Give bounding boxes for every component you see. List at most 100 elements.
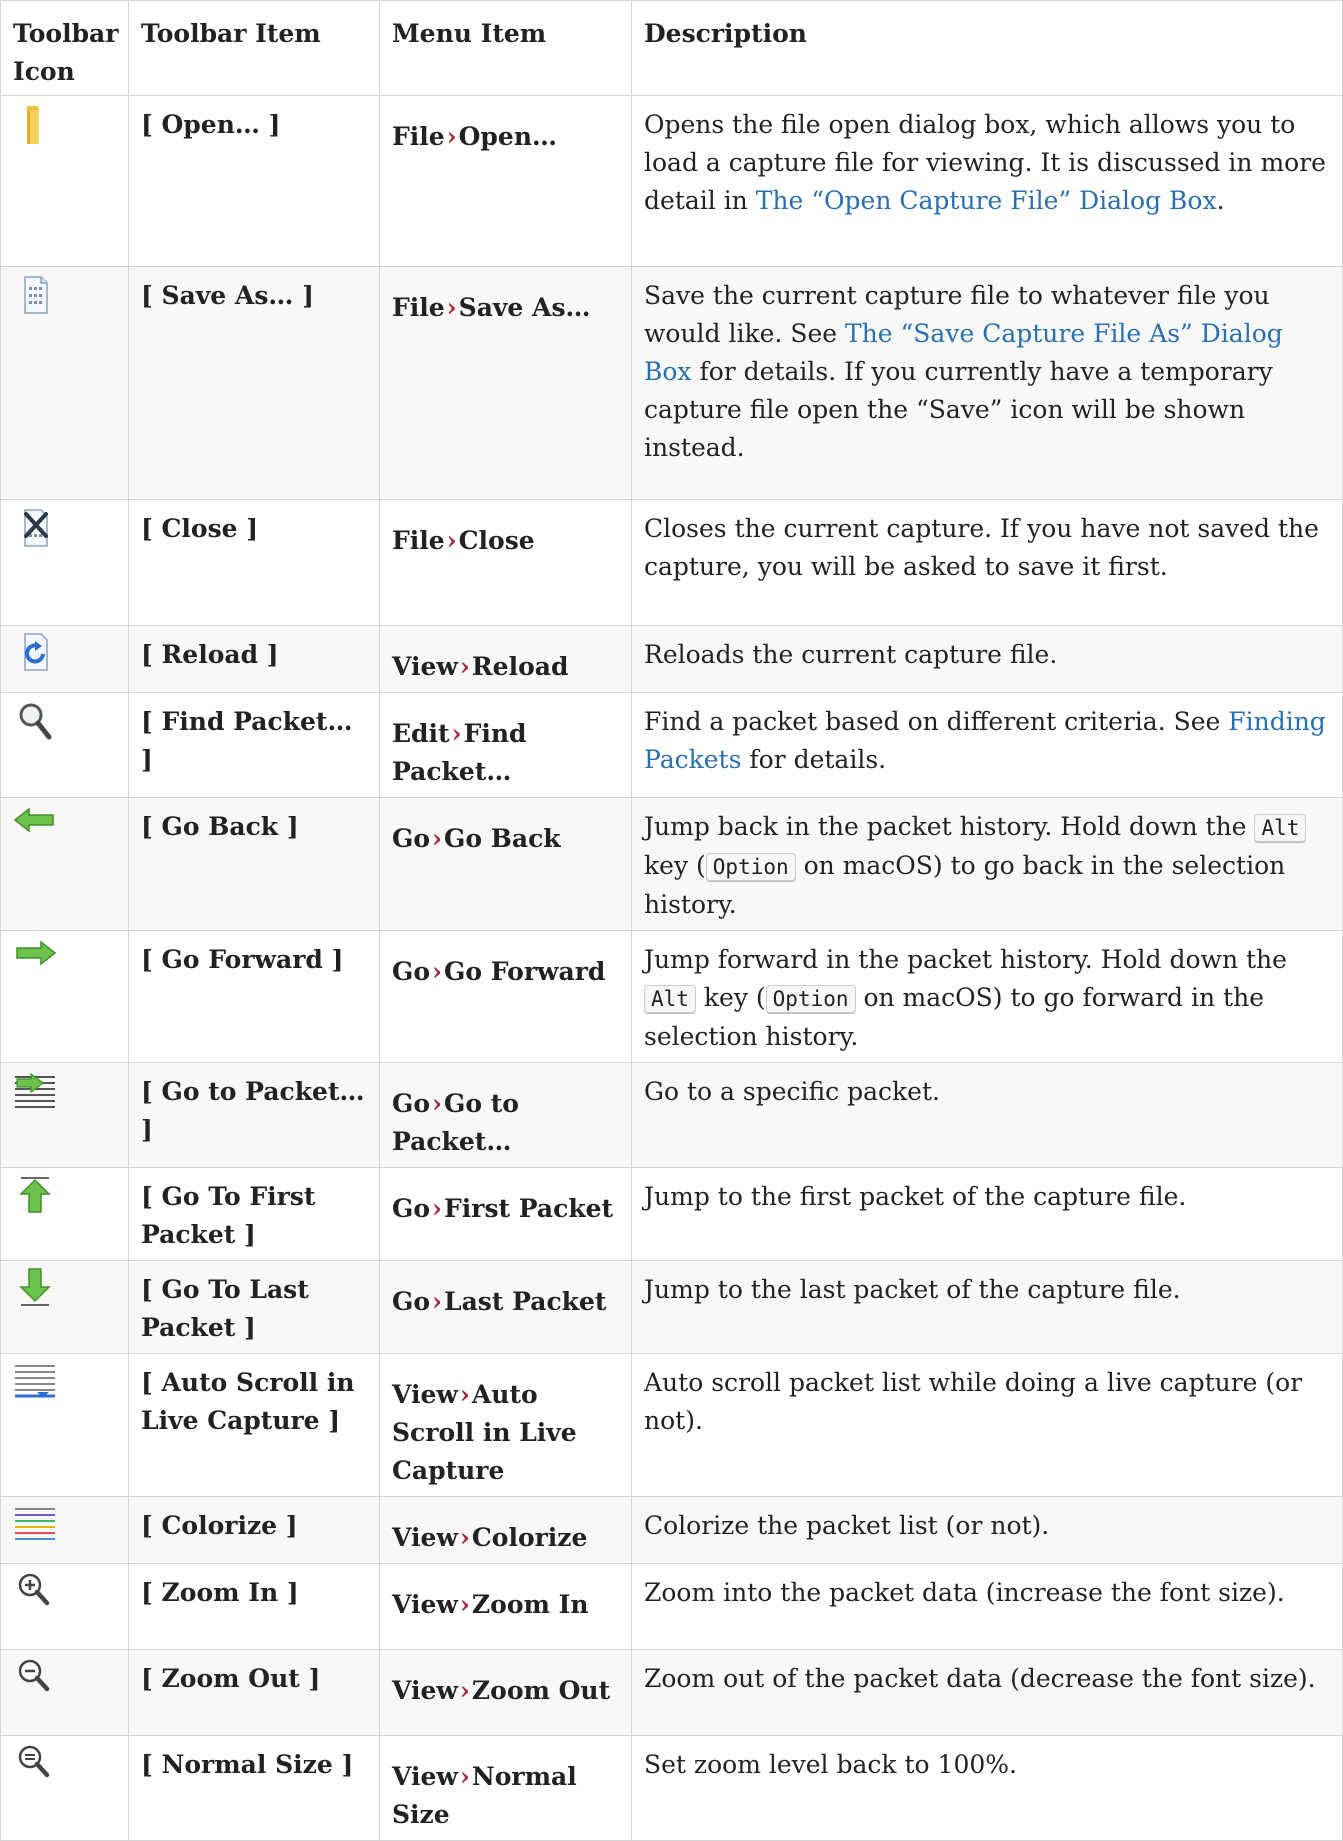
auto-scroll-icon xyxy=(15,1365,55,1398)
normal-size-icon xyxy=(18,1745,50,1778)
header-toolbar-item: Toolbar Item xyxy=(128,0,380,96)
toolbar-item: [ Reload ] xyxy=(128,625,380,693)
menu-item: View›Colorize xyxy=(379,1496,632,1564)
description: Jump back in the packet history. Hold do… xyxy=(631,797,1343,931)
icon-cell xyxy=(0,499,129,626)
go-back-icon xyxy=(13,807,54,833)
icon-cell xyxy=(0,1735,129,1841)
table-row: [ Auto Scroll in Live Capture ] View›Aut… xyxy=(0,1353,1343,1497)
menu-item: Go›Go to Packet… xyxy=(379,1062,632,1168)
toolbar-item: [ Find Packet… ] xyxy=(128,692,380,798)
find-icon xyxy=(19,703,52,740)
toolbar-item: [ Go To Last Packet ] xyxy=(128,1260,380,1354)
menu-item: Go›Go Back xyxy=(379,797,632,931)
option-key: Option xyxy=(705,853,796,881)
folder-icon xyxy=(27,106,39,144)
icon-cell xyxy=(0,1496,129,1564)
toolbar-item: [ Zoom Out ] xyxy=(128,1649,380,1736)
description: Closes the current capture. If you have … xyxy=(631,499,1343,626)
icon-cell xyxy=(0,1563,129,1650)
menu-item: View›Zoom Out xyxy=(379,1649,632,1736)
table-row: [ Open… ] File›Open… Opens the file open… xyxy=(0,95,1343,267)
colorize-icon xyxy=(15,1508,55,1540)
table-row: [ Go to Packet… ] Go›Go to Packet… Go to… xyxy=(0,1062,1343,1168)
alt-key: Alt xyxy=(644,985,696,1013)
icon-cell xyxy=(0,930,129,1063)
icon-cell xyxy=(0,1353,129,1497)
table-row: [ Close ] File›Close Closes the current … xyxy=(0,499,1343,626)
last-packet-icon xyxy=(19,1268,51,1306)
table-row: [ Normal Size ] View›Normal Size Set zoo… xyxy=(0,1735,1343,1841)
icon-cell xyxy=(0,1062,129,1168)
save-file-icon xyxy=(24,276,48,314)
icon-cell xyxy=(0,1167,129,1261)
icon-cell xyxy=(0,797,129,931)
menu-item: Go›Go Forward xyxy=(379,930,632,1063)
toolbar-items-table: Toolbar Icon Toolbar Item Menu Item Desc… xyxy=(0,0,1343,1841)
description: Reloads the current capture file. xyxy=(631,625,1343,693)
alt-key: Alt xyxy=(1254,814,1307,842)
toolbar-item: [ Go Forward ] xyxy=(128,930,380,1063)
toolbar-item: [ Go Back ] xyxy=(128,797,380,931)
description: Save the current capture file to whateve… xyxy=(631,266,1343,500)
toolbar-item: [ Go to Packet… ] xyxy=(128,1062,380,1168)
toolbar-item: [ Auto Scroll in Live Capture ] xyxy=(128,1353,380,1497)
description: Auto scroll packet list while doing a li… xyxy=(631,1353,1343,1497)
description: Set zoom level back to 100%. xyxy=(631,1735,1343,1841)
toolbar-item: [ Normal Size ] xyxy=(128,1735,380,1841)
table-row: [ Zoom Out ] View›Zoom Out Zoom out of t… xyxy=(0,1649,1343,1736)
icon-cell xyxy=(0,692,129,798)
header-description: Description xyxy=(631,0,1343,96)
description: Jump to the last packet of the capture f… xyxy=(631,1260,1343,1354)
toolbar-item: [ Zoom In ] xyxy=(128,1563,380,1650)
first-packet-icon xyxy=(19,1177,51,1213)
table-header-row: Toolbar Icon Toolbar Item Menu Item Desc… xyxy=(0,0,1343,96)
menu-item: View›Zoom In xyxy=(379,1563,632,1650)
icon-cell xyxy=(0,1649,129,1736)
table-row: [ Zoom In ] View›Zoom In Zoom into the p… xyxy=(0,1563,1343,1650)
option-key: Option xyxy=(765,985,856,1013)
reload-icon xyxy=(24,633,48,671)
header-toolbar-icon: Toolbar Icon xyxy=(0,0,129,96)
menu-item: Go›Last Packet xyxy=(379,1260,632,1354)
table-row: [ Go To First Packet ] Go›First Packet J… xyxy=(0,1167,1343,1261)
description: Jump to the first packet of the capture … xyxy=(631,1167,1343,1261)
description: Zoom out of the packet data (decrease th… xyxy=(631,1649,1343,1736)
close-file-icon xyxy=(24,509,48,547)
menu-item: View›Auto Scroll in Live Capture xyxy=(379,1353,632,1497)
toolbar-item: [ Go To First Packet ] xyxy=(128,1167,380,1261)
menu-item: Edit›Find Packet… xyxy=(379,692,632,798)
go-to-packet-icon xyxy=(15,1072,55,1108)
toolbar-item: [ Close ] xyxy=(128,499,380,626)
table-row: [ Go Back ] Go›Go Back Jump back in the … xyxy=(0,797,1343,931)
icon-cell xyxy=(0,625,129,693)
table-row: [ Go Forward ] Go›Go Forward Jump forwar… xyxy=(0,930,1343,1063)
menu-item: View›Reload xyxy=(379,625,632,693)
toolbar-item: [ Save As… ] xyxy=(128,266,380,500)
icon-cell xyxy=(0,266,129,500)
table-row: [ Colorize ] View›Colorize Colorize the … xyxy=(0,1496,1343,1564)
menu-item: File›Open… xyxy=(379,95,632,267)
table-row: [ Save As… ] File›Save As… Save the curr… xyxy=(0,266,1343,500)
menu-item: File›Close xyxy=(379,499,632,626)
table-row: [ Go To Last Packet ] Go›Last Packet Jum… xyxy=(0,1260,1343,1354)
description: Go to a specific packet. xyxy=(631,1062,1343,1168)
table-row: [ Reload ] View›Reload Reloads the curre… xyxy=(0,625,1343,693)
toolbar-item: [ Open… ] xyxy=(128,95,380,267)
go-forward-icon xyxy=(16,940,57,966)
menu-item: View›Normal Size xyxy=(379,1735,632,1841)
description: Jump forward in the packet history. Hold… xyxy=(631,930,1343,1063)
open-capture-file-link[interactable]: The “Open Capture File” Dialog Box xyxy=(756,186,1217,215)
icon-cell xyxy=(0,95,129,267)
description: Zoom into the packet data (increase the … xyxy=(631,1563,1343,1650)
description: Opens the file open dialog box, which al… xyxy=(631,95,1343,267)
icon-cell xyxy=(0,1260,129,1354)
zoom-in-icon xyxy=(18,1573,50,1606)
description: Colorize the packet list (or not). xyxy=(631,1496,1343,1564)
description: Find a packet based on different criteri… xyxy=(631,692,1343,798)
zoom-out-icon xyxy=(18,1659,50,1692)
table-row: [ Find Packet… ] Edit›Find Packet… Find … xyxy=(0,692,1343,798)
menu-item: File›Save As… xyxy=(379,266,632,500)
menu-item: Go›First Packet xyxy=(379,1167,632,1261)
header-menu-item: Menu Item xyxy=(379,0,632,96)
